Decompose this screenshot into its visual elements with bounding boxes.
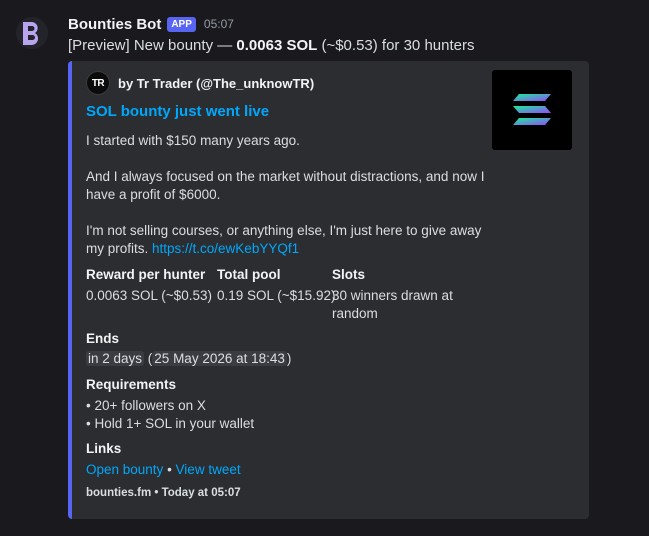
author-name: by Tr Trader (@The_unknowTR) [118,75,315,91]
author-avatar: TR [86,71,110,95]
field-requirements-name: Requirements [86,377,177,392]
solana-logo-icon [513,94,551,125]
app-badge: APP [167,16,196,32]
open-bounty-link[interactable]: Open bounty [86,462,163,477]
field-ends-name: Ends [86,331,120,346]
bot-avatar[interactable] [16,17,48,49]
preview-suffix: (~$0.53) for 30 hunters [317,37,475,54]
link-separator: • [163,462,176,477]
field-pool-value: 0.19 SOL (~$15.92) [217,288,336,303]
embed-author: TR by Tr Trader (@The_unknowTR) [86,71,314,95]
field-slots-value: 30 winners drawn at random [332,288,453,321]
bot-name[interactable]: Bounties Bot [68,16,161,33]
field-reward-value: 0.0063 SOL (~$0.53) [86,288,212,303]
ends-absolute-time[interactable]: 25 May 2026 at 18:43 [152,351,287,366]
message-timestamp: 05:07 [203,17,234,31]
ends-relative-time[interactable]: in 2 days [86,351,145,366]
solana-thumbnail[interactable] [492,70,572,150]
field-links-value: Open bounty • View tweet [86,461,241,479]
preview-amount: 0.0063 SOL [236,37,318,54]
field-ends-value: in 2 days (25 May 2026 at 18:43) [86,351,292,366]
message-header: Bounties Bot APP 05:07 [68,14,234,34]
requirement-item: • 20+ followers on X [86,398,206,413]
message-content: [Preview] New bounty — 0.0063 SOL (~$0.5… [68,37,474,54]
bounty-embed: TR by Tr Trader (@The_unknowTR) SOL boun… [68,61,589,519]
field-pool-name: Total pool [217,267,281,282]
tweet-link[interactable]: https://t.co/ewKebYYQf1 [152,241,299,256]
description-paragraph-2: And I always focused on the market witho… [86,169,485,202]
description-paragraph-3: I'm not selling courses, or anything els… [86,222,486,258]
embed-title[interactable]: SOL bounty just went live [86,103,269,120]
view-tweet-link[interactable]: View tweet [176,462,241,477]
embed-footer: bounties.fm • Today at 05:07 [86,487,241,499]
field-slots-name: Slots [332,267,366,282]
requirement-item: • Hold 1+ SOL in your wallet [86,416,255,431]
bounties-logo-icon [23,22,39,45]
field-reward-name: Reward per hunter [86,267,206,282]
preview-prefix: [Preview] New bounty — [68,37,237,54]
field-links-name: Links [86,441,122,456]
description-paragraph-1: I started with $150 many years ago. [86,133,300,148]
